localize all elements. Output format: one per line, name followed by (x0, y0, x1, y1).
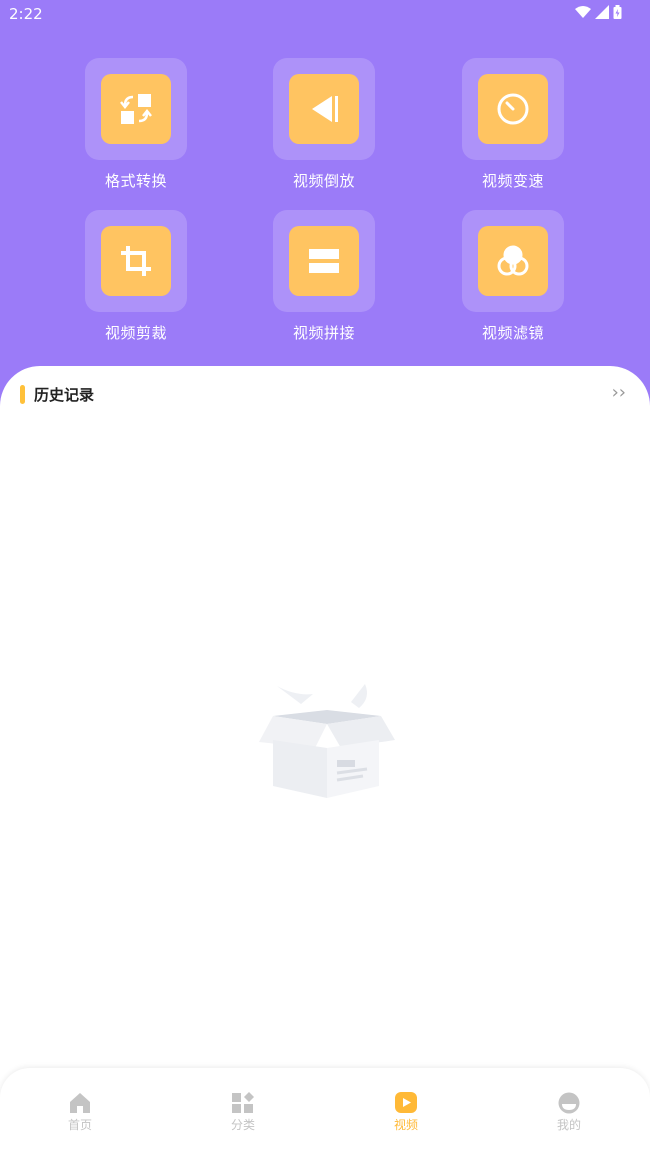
tool-merge[interactable]: 视频拼接 (272, 210, 376, 343)
tab-label: 我的 (556, 1118, 581, 1132)
tool-label: 视频拼接 (292, 324, 355, 342)
tab-home[interactable]: 首页 (40, 1092, 120, 1133)
tool-tile (462, 58, 564, 160)
empty-box-icon (259, 684, 395, 798)
tool-reverse-play[interactable]: 视频倒放 (272, 58, 376, 191)
status-bar: 2:22 (0, 0, 650, 28)
tab-label: 首页 (67, 1118, 92, 1132)
wifi-icon (575, 6, 591, 18)
filter-icon (497, 245, 529, 276)
history-header: 历史记录 ›› (20, 382, 630, 406)
status-time: 2:22 (9, 5, 43, 23)
tab-mine[interactable]: 我的 (529, 1092, 609, 1133)
merge-icon (309, 249, 339, 273)
tab-label: 分类 (230, 1118, 255, 1132)
signal-icon (595, 5, 609, 19)
tool-tile (273, 210, 375, 312)
history-title: 历史记录 (34, 386, 95, 404)
tab-category[interactable]: 分类 (203, 1092, 283, 1133)
home-icon (70, 1093, 90, 1113)
speed-gauge-icon (497, 93, 529, 125)
accent-bar (20, 385, 25, 404)
tool-crop[interactable]: 视频剪裁 (84, 210, 188, 343)
battery-icon (613, 5, 622, 19)
history-panel: 历史记录 ›› (0, 366, 650, 1155)
tool-tile (85, 210, 187, 312)
tool-label: 视频剪裁 (104, 324, 167, 342)
tool-label: 视频变速 (481, 172, 544, 190)
category-icon (232, 1092, 254, 1113)
tab-label: 视频 (393, 1118, 418, 1132)
tool-tile (273, 58, 375, 160)
format-convert-icon (120, 94, 152, 124)
tab-video[interactable]: 视频 (366, 1092, 446, 1133)
status-icons (575, 5, 622, 19)
video-play-icon (395, 1092, 417, 1113)
tool-tile (462, 210, 564, 312)
bottom-tab-bar: 首页 分类 视频 我的 (0, 1068, 650, 1155)
tool-label: 格式转换 (104, 172, 167, 190)
reverse-play-icon (312, 96, 338, 122)
tool-label: 视频倒放 (292, 172, 355, 190)
tool-tile (85, 58, 187, 160)
profile-icon (558, 1092, 580, 1114)
history-more-button[interactable]: ›› (612, 382, 626, 403)
tool-speed[interactable]: 视频变速 (461, 58, 565, 191)
crop-icon (121, 246, 151, 276)
tool-filter[interactable]: 视频滤镜 (461, 210, 565, 343)
tool-format-convert[interactable]: 格式转换 (84, 58, 188, 191)
tool-label: 视频滤镜 (481, 324, 544, 342)
